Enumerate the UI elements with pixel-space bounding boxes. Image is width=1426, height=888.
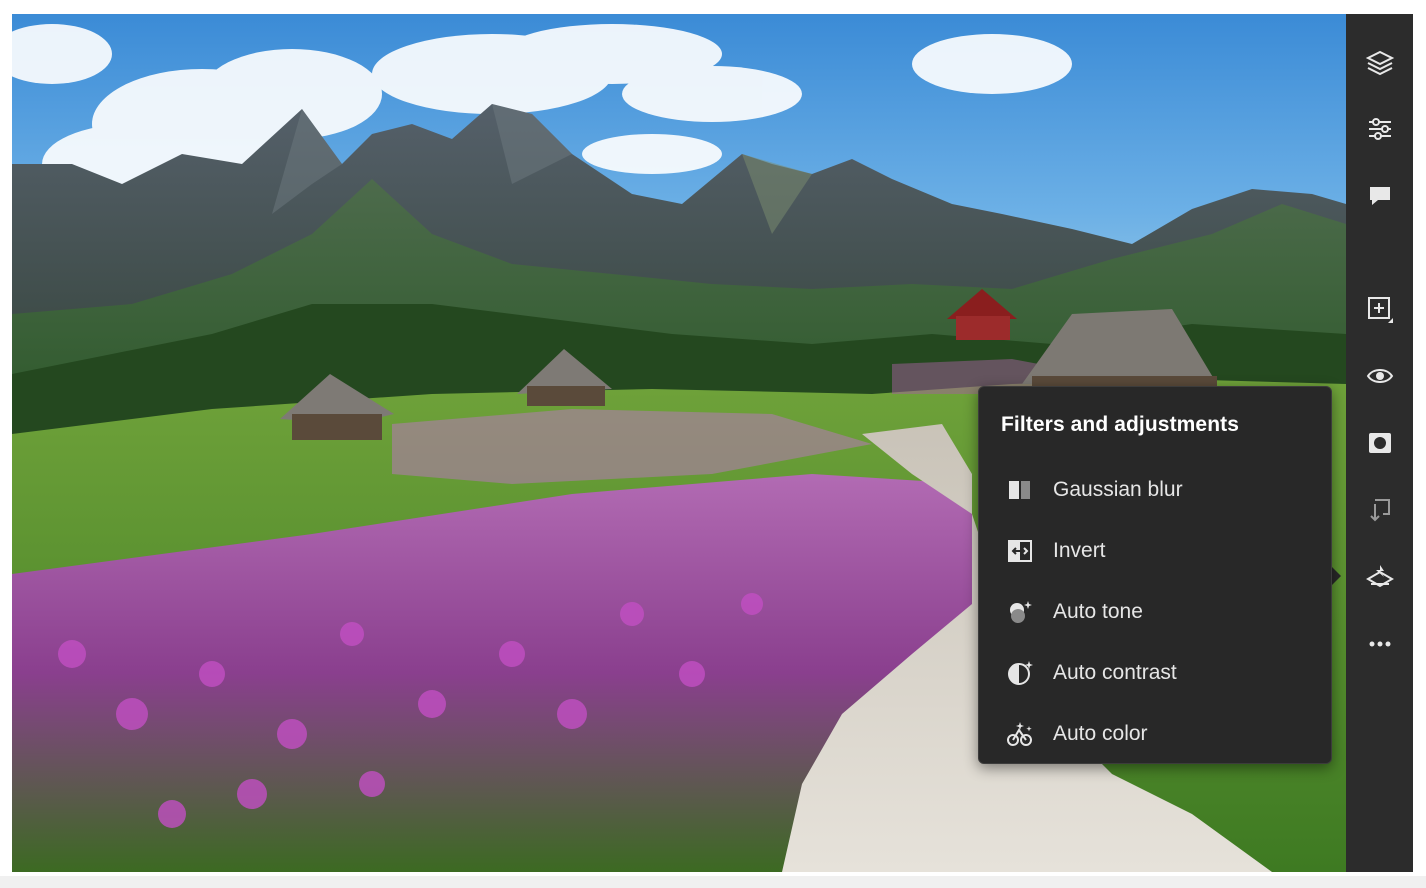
menu-item-label: Invert <box>1053 538 1106 562</box>
menu-item-auto-color[interactable]: Auto color <box>979 703 1331 764</box>
right-toolbar <box>1346 14 1413 872</box>
mask-button[interactable] <box>1359 422 1401 464</box>
adjustments-sliders-icon <box>1369 118 1391 140</box>
filters-button[interactable] <box>1359 556 1401 598</box>
add-layer-icon <box>1368 297 1393 323</box>
filters-flyout: Filters and adjustments Gaussian blur In… <box>978 386 1332 764</box>
adjustments-button[interactable] <box>1359 108 1401 150</box>
gaussian-blur-icon <box>1005 475 1035 505</box>
menu-item-label: Auto color <box>1053 721 1148 745</box>
layers-button[interactable] <box>1359 41 1401 83</box>
more-icon <box>1369 641 1391 647</box>
menu-item-label: Auto contrast <box>1053 660 1177 684</box>
menu-item-label: Auto tone <box>1053 599 1143 623</box>
add-layer-button[interactable] <box>1359 288 1401 330</box>
filters-menu: Gaussian blur Invert Auto tone Auto cont… <box>979 459 1331 764</box>
auto-tone-icon <box>1005 597 1035 627</box>
invert-icon <box>1005 536 1035 566</box>
menu-item-auto-tone[interactable]: Auto tone <box>979 581 1331 642</box>
auto-contrast-icon <box>1005 658 1035 688</box>
more-button[interactable] <box>1359 623 1401 665</box>
visibility-button[interactable] <box>1359 355 1401 397</box>
auto-color-icon <box>1005 719 1035 749</box>
mask-icon <box>1369 433 1391 453</box>
menu-item-auto-contrast[interactable]: Auto contrast <box>979 642 1331 703</box>
layers-icon <box>1365 50 1395 76</box>
menu-item-invert[interactable]: Invert <box>979 520 1331 581</box>
menu-item-label: Gaussian blur <box>1053 477 1183 501</box>
visibility-eye-icon <box>1366 369 1394 383</box>
comments-button[interactable] <box>1359 175 1401 217</box>
clip-button[interactable] <box>1359 489 1401 531</box>
bottom-strip <box>0 876 1426 888</box>
flyout-title: Filters and adjustments <box>1001 413 1240 436</box>
menu-item-gaussian-blur[interactable]: Gaussian blur <box>979 459 1331 520</box>
clip-icon <box>1370 499 1390 522</box>
filters-icon <box>1366 565 1394 588</box>
comment-icon <box>1370 187 1390 205</box>
